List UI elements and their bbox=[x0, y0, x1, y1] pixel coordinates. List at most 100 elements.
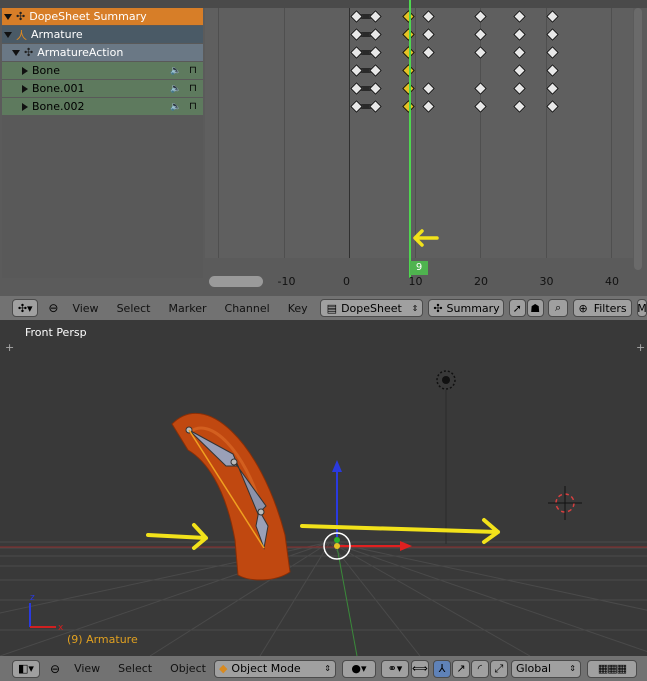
collapse-triangle-icon[interactable] bbox=[12, 49, 20, 56]
keyframe[interactable] bbox=[546, 100, 559, 113]
channel-row[interactable]: ✣ DopeSheet Summary bbox=[2, 8, 203, 25]
mute-speaker-icon[interactable]: 🔈 bbox=[170, 66, 181, 76]
keyframe[interactable] bbox=[421, 28, 435, 41]
menu-channel[interactable]: Channel bbox=[225, 302, 270, 315]
empty-target-icon bbox=[548, 486, 582, 520]
more-button[interactable]: M bbox=[636, 299, 647, 317]
keyframe[interactable] bbox=[421, 46, 435, 59]
dopesheet-editor: ✣ DopeSheet Summary ⼈ Armature ✣ ArmatureActi… bbox=[0, 0, 647, 320]
channel-row[interactable]: Bone 🔈 ⊓ bbox=[2, 62, 203, 79]
mode-dropdown[interactable]: ▤ DopeSheet ⇕ bbox=[319, 299, 424, 317]
keyframe[interactable] bbox=[349, 82, 363, 95]
channel-row[interactable]: ⼈ Armature bbox=[2, 26, 203, 43]
move-arrow-icon: ↗ bbox=[456, 662, 466, 675]
keyframe[interactable] bbox=[474, 10, 487, 23]
dopesheet-mode-icon: ▤ bbox=[326, 301, 338, 315]
summary-toggle-button[interactable]: ✣ Summary bbox=[428, 299, 504, 317]
translate-manipulator-button[interactable]: ⅄ bbox=[432, 659, 451, 678]
keyframe[interactable] bbox=[546, 28, 559, 41]
mute-speaker-icon[interactable]: 🔈 bbox=[170, 84, 181, 94]
keyframe[interactable] bbox=[546, 82, 559, 95]
keyframe[interactable] bbox=[513, 64, 527, 77]
layer-buttons[interactable]: ▦▦▦ bbox=[586, 659, 637, 678]
editor-type-button[interactable]: ✣▾ bbox=[12, 299, 39, 317]
menu-view[interactable]: View bbox=[72, 302, 98, 315]
keyframe[interactable] bbox=[369, 10, 383, 23]
keyframe[interactable] bbox=[369, 46, 383, 59]
layer-grid-icon: ▦▦▦ bbox=[597, 662, 627, 675]
keyframe[interactable] bbox=[421, 100, 435, 113]
keyframe[interactable] bbox=[369, 82, 383, 95]
lock-icon[interactable]: ⊓ bbox=[189, 65, 197, 76]
keyframe-row bbox=[205, 80, 633, 97]
keyframe[interactable] bbox=[546, 64, 559, 77]
keyframe[interactable] bbox=[349, 10, 363, 23]
vertical-scrollbar[interactable] bbox=[634, 8, 642, 270]
keyframe[interactable] bbox=[421, 82, 435, 95]
viewport-scene[interactable]: z x bbox=[0, 320, 647, 656]
viewport-menu-view[interactable]: View bbox=[74, 662, 100, 675]
mute-speaker-icon[interactable]: 🔈 bbox=[170, 102, 181, 112]
lock-icon[interactable]: ⊓ bbox=[189, 101, 197, 112]
viewport-collapse-icon[interactable]: ⊖ bbox=[50, 662, 60, 676]
lock-icon[interactable]: ⊓ bbox=[189, 83, 197, 94]
search-button[interactable]: ⌕ bbox=[547, 299, 569, 317]
viewport-editor-type-button[interactable]: ◧▾ bbox=[12, 659, 40, 678]
rotate-manipulator-button[interactable]: ◜ bbox=[470, 659, 489, 678]
pivot-dropdown[interactable]: ⚭▾ bbox=[380, 659, 409, 678]
keyframe[interactable] bbox=[474, 100, 487, 113]
menu-select[interactable]: Select bbox=[117, 302, 151, 315]
keyframe[interactable] bbox=[513, 100, 527, 113]
keyframe[interactable] bbox=[369, 64, 383, 77]
expand-triangle-icon[interactable] bbox=[22, 84, 28, 93]
shading-dropdown[interactable]: ●▾ bbox=[341, 659, 376, 678]
only-selected-button[interactable]: ➚ bbox=[508, 299, 526, 317]
keyframe-area[interactable] bbox=[205, 8, 633, 258]
keyframe-row bbox=[205, 26, 633, 43]
viewport-menu-select[interactable]: Select bbox=[118, 662, 152, 675]
keyframe[interactable] bbox=[349, 64, 363, 77]
keyframe[interactable] bbox=[369, 100, 383, 113]
move-manipulator-button[interactable]: ↗ bbox=[451, 659, 470, 678]
collapse-triangle-icon[interactable] bbox=[4, 13, 12, 20]
collapse-triangle-icon[interactable] bbox=[4, 31, 12, 38]
keyframe[interactable] bbox=[349, 28, 363, 41]
channel-row[interactable]: Bone.001 🔈 ⊓ bbox=[2, 80, 203, 97]
collapse-menu-icon[interactable]: ⊖ bbox=[48, 301, 58, 315]
viewport-menu-object[interactable]: Object bbox=[170, 662, 206, 675]
keyframe-row bbox=[205, 44, 633, 61]
object-mode-dropdown[interactable]: ◆ Object Mode ⇕ bbox=[213, 659, 336, 678]
keyframe[interactable] bbox=[546, 10, 559, 23]
manipulator-toggle[interactable]: ⟺ bbox=[410, 659, 429, 678]
horizontal-scrollbar[interactable] bbox=[209, 276, 263, 287]
keyframe[interactable] bbox=[474, 28, 487, 41]
keyframe[interactable] bbox=[513, 46, 527, 59]
current-frame-badge[interactable]: 9 bbox=[410, 261, 428, 275]
keyframe[interactable] bbox=[513, 10, 527, 23]
keyframe[interactable] bbox=[474, 82, 487, 95]
keyframe[interactable] bbox=[513, 82, 527, 95]
scale-manipulator-button[interactable]: ⤢ bbox=[489, 659, 508, 678]
menu-marker[interactable]: Marker bbox=[169, 302, 207, 315]
keyframe[interactable] bbox=[513, 28, 527, 41]
keyframe[interactable] bbox=[546, 46, 559, 59]
keyframe-row bbox=[205, 62, 633, 79]
dopesheet-icon: ✣▾ bbox=[17, 301, 33, 315]
frame-ruler[interactable]: -20-10010203040 bbox=[205, 275, 633, 290]
expand-triangle-icon[interactable] bbox=[22, 66, 28, 75]
3d-viewport[interactable]: Front Persp + + z x (9) Armature bbox=[0, 320, 647, 656]
keyframe[interactable] bbox=[349, 46, 363, 59]
filters-label: Filters bbox=[593, 301, 627, 315]
keyframe[interactable] bbox=[349, 100, 363, 113]
orientation-dropdown[interactable]: Global ⇕ bbox=[510, 659, 581, 678]
menu-key[interactable]: Key bbox=[288, 302, 308, 315]
expand-triangle-icon[interactable] bbox=[22, 102, 28, 111]
keyframe[interactable] bbox=[369, 28, 383, 41]
keyframe[interactable] bbox=[474, 46, 487, 59]
channel-row[interactable]: ✣ ArmatureAction bbox=[2, 44, 203, 61]
keyframe[interactable] bbox=[421, 10, 435, 23]
show-hidden-button[interactable]: ☗ bbox=[526, 299, 544, 317]
channel-list: ✣ DopeSheet Summary ⼈ Armature ✣ ArmatureActi… bbox=[2, 8, 203, 278]
filters-button[interactable]: ⊕ Filters bbox=[573, 299, 632, 317]
channel-row[interactable]: Bone.002 🔈 ⊓ bbox=[2, 98, 203, 115]
